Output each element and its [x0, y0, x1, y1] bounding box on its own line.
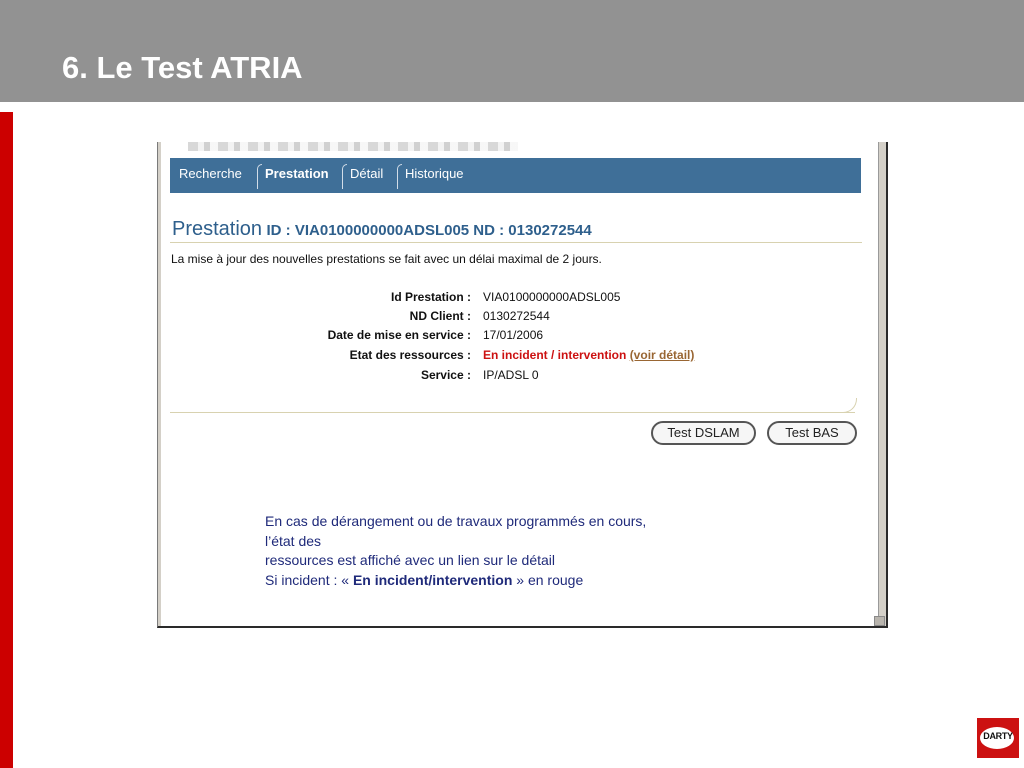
value-id-prestation: VIA0100000000ADSL005: [483, 290, 621, 304]
label-nd-client: ND Client :: [409, 309, 471, 323]
caption-line: En cas de dérangement ou de travaux prog…: [265, 513, 647, 529]
tab-separator: [257, 164, 262, 189]
value-date-mise-en-service: 17/01/2006: [483, 328, 544, 342]
label-service: Service :: [420, 368, 471, 382]
divider: [170, 412, 855, 413]
caption-line: l’état des: [265, 532, 322, 549]
darty-logo: DARTY: [977, 718, 1019, 758]
window-left-edge: [158, 142, 161, 626]
tab-recherche[interactable]: Recherche: [179, 166, 242, 185]
red-side-stripe: [0, 112, 13, 768]
test-bas-button[interactable]: Test BAS: [767, 421, 857, 445]
tab-historique[interactable]: Historique: [405, 166, 464, 185]
tab-detail[interactable]: Détail: [350, 166, 383, 185]
tab-prestation[interactable]: Prestation: [265, 166, 329, 185]
title-bar: 6. Le Test ATRIA: [0, 0, 1024, 102]
caption-suffix: » en rouge: [512, 571, 584, 588]
page-title-ids: ID : VIA0100000000ADSL005 ND : 013027254…: [266, 222, 592, 239]
tab-bar: Recherche Prestation Détail Historique: [170, 158, 861, 193]
value-etat-ressources: En incident / intervention (voir détail): [483, 348, 694, 362]
logo-text: DARTY: [983, 731, 1013, 741]
caption-line: ressources est affiché avec un lien sur …: [265, 552, 556, 568]
update-notice: La mise à jour des nouvelles prestations…: [171, 252, 602, 266]
page-title: Prestation ID : VIA0100000000ADSL005 ND …: [172, 218, 592, 241]
divider-corner: [840, 398, 857, 413]
vertical-scrollbar[interactable]: [878, 142, 886, 626]
tab-separator: [342, 164, 347, 189]
page-title-word: Prestation: [172, 218, 263, 240]
cropped-header-strip: [188, 142, 518, 151]
etat-status-text: En incident / intervention: [483, 348, 627, 362]
caption-prefix: Si incident : «: [265, 571, 353, 588]
caption-bold-status: En incident/intervention: [352, 571, 513, 588]
tab-separator: [397, 164, 402, 189]
test-dslam-button[interactable]: Test DSLAM: [651, 421, 756, 445]
explanation-caption: En cas de dérangement ou de travaux prog…: [265, 512, 745, 590]
label-date-mise-en-service: Date de mise en service :: [327, 328, 471, 342]
value-service: IP/ADSL 0: [483, 368, 539, 382]
label-etat-ressources: Etat des ressources :: [349, 348, 471, 362]
label-id-prestation: Id Prestation :: [390, 290, 471, 304]
voir-detail-link[interactable]: (voir détail): [630, 348, 695, 362]
slide-title: 6. Le Test ATRIA: [62, 50, 303, 85]
divider: [170, 242, 862, 243]
app-screenshot: Recherche Prestation Détail Historique P…: [157, 142, 888, 628]
caption-line: Si incident : « En incident/intervention…: [265, 571, 745, 591]
scrollbar-corner[interactable]: [874, 616, 885, 626]
value-nd-client: 0130272544: [483, 309, 550, 323]
